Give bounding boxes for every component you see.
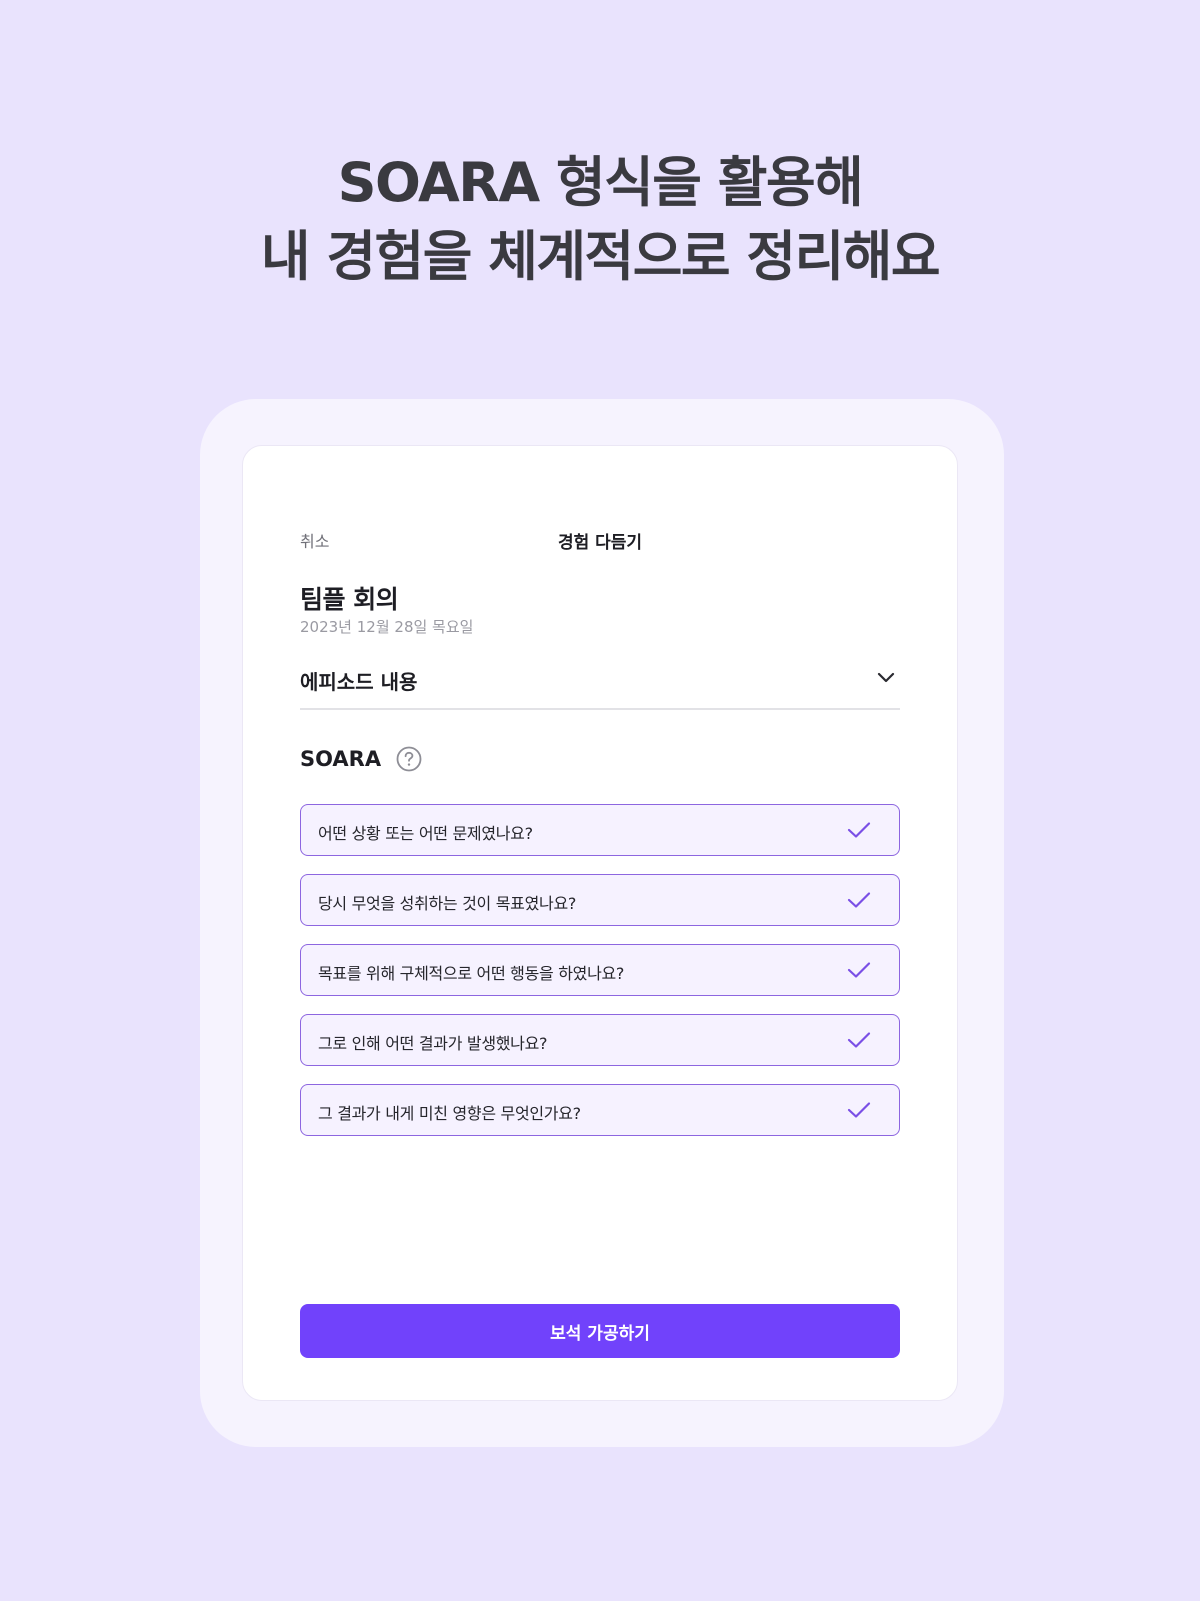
tablet-frame: 취소 경험 다듬기 팀플 회의 2023년 12월 28일 목요일 에피소드 내… (200, 399, 1004, 1447)
soara-question-result[interactable]: 그로 인해 어떤 결과가 발생했나요? (300, 1014, 900, 1066)
check-icon (847, 892, 871, 908)
question-text: 목표를 위해 구체적으로 어떤 행동을 하였나요? (318, 964, 625, 983)
experience-title: 팀플 회의 (300, 585, 399, 614)
chevron-down-icon (877, 672, 895, 683)
soara-question-list: 어떤 상황 또는 어떤 문제였나요? 당시 무엇을 성취하는 것이 목표였나요?… (300, 804, 900, 1154)
soara-question-objective[interactable]: 당시 무엇을 성취하는 것이 목표였나요? (300, 874, 900, 926)
question-text: 그로 인해 어떤 결과가 발생했나요? (318, 1034, 548, 1053)
screen-title: 경험 다듬기 (557, 533, 643, 553)
question-text: 그 결과가 내게 미친 영향은 무엇인가요? (318, 1104, 581, 1123)
question-circle-icon[interactable] (396, 746, 422, 772)
app-screen: 취소 경험 다듬기 팀플 회의 2023년 12월 28일 목요일 에피소드 내… (242, 445, 958, 1401)
check-icon (847, 1102, 871, 1118)
soara-question-aftermath[interactable]: 그 결과가 내게 미친 영향은 무엇인가요? (300, 1084, 900, 1136)
soara-label: SOARA (300, 747, 382, 771)
headline-line-1: SOARA 형식을 활용해 (337, 151, 864, 214)
polish-gem-button[interactable]: 보석 가공하기 (300, 1304, 900, 1358)
episode-label: 에피소드 내용 (300, 670, 418, 694)
question-text: 당시 무엇을 성취하는 것이 목표였나요? (318, 894, 577, 913)
check-icon (847, 822, 871, 838)
episode-accordion[interactable]: 에피소드 내용 (300, 656, 900, 710)
soara-question-action[interactable]: 목표를 위해 구체적으로 어떤 행동을 하였나요? (300, 944, 900, 996)
headline: SOARA 형식을 활용해 내 경험을 체계적으로 정리해요 (0, 146, 1200, 294)
soara-question-situation[interactable]: 어떤 상황 또는 어떤 문제였나요? (300, 804, 900, 856)
experience-date: 2023년 12월 28일 목요일 (300, 618, 474, 636)
check-icon (847, 962, 871, 978)
question-text: 어떤 상황 또는 어떤 문제였나요? (318, 824, 533, 843)
check-icon (847, 1032, 871, 1048)
headline-line-2: 내 경험을 체계적으로 정리해요 (260, 225, 941, 288)
soara-section-header: SOARA (300, 746, 422, 776)
